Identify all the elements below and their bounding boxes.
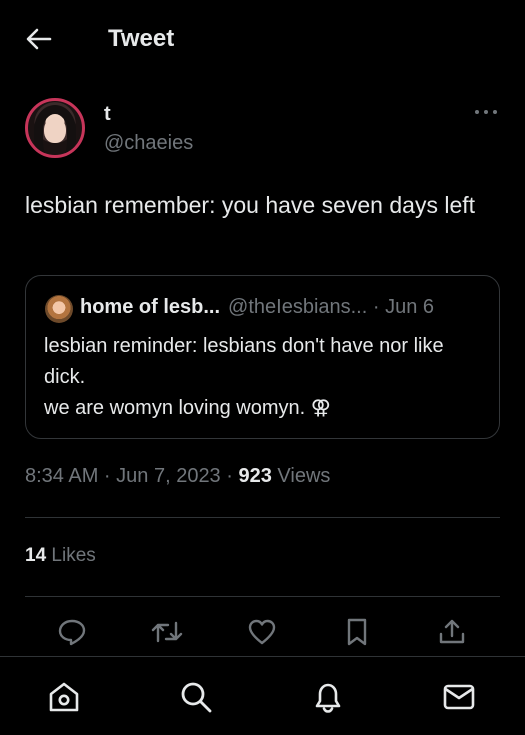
quoted-handle-date: @theIesbians... · Jun 6 bbox=[228, 296, 434, 318]
top-bar: Tweet bbox=[0, 0, 525, 78]
tweet-text: lesbian remember: you have seven days le… bbox=[25, 192, 476, 218]
divider bbox=[25, 596, 500, 597]
likes-stat[interactable]: 14 Likes bbox=[25, 545, 96, 567]
like-button[interactable] bbox=[246, 616, 278, 648]
notifications-icon bbox=[315, 683, 341, 713]
author-handle[interactable]: @chaeies bbox=[104, 132, 193, 155]
arrow-left-icon bbox=[26, 28, 52, 50]
bookmark-button[interactable] bbox=[341, 616, 373, 648]
reply-button[interactable] bbox=[56, 616, 88, 648]
bookmark-icon bbox=[347, 618, 367, 646]
search-icon bbox=[181, 682, 212, 713]
back-button[interactable] bbox=[22, 24, 56, 54]
avatar[interactable] bbox=[25, 98, 85, 158]
quoted-avatar bbox=[45, 295, 73, 323]
messages-icon bbox=[443, 684, 475, 710]
retweet-button[interactable] bbox=[151, 616, 183, 648]
reply-icon bbox=[58, 619, 86, 646]
likes-label: Likes bbox=[46, 545, 96, 566]
author-display-name[interactable]: t bbox=[104, 103, 111, 126]
divider bbox=[25, 517, 500, 518]
quoted-text: lesbian reminder: lesbians don't have no… bbox=[44, 335, 444, 419]
tweet-metadata: 8:34 AM · Jun 7, 2023 · 923 Views bbox=[25, 465, 330, 488]
tweet-timestamp: 8:34 AM · Jun 7, 2023 · bbox=[25, 465, 239, 487]
home-icon bbox=[49, 682, 79, 712]
like-icon bbox=[248, 619, 276, 645]
more-options-button[interactable] bbox=[472, 104, 500, 120]
views-count: 923 bbox=[238, 465, 272, 487]
nav-home[interactable] bbox=[46, 679, 82, 715]
nav-messages[interactable] bbox=[441, 679, 477, 715]
likes-count: 14 bbox=[25, 545, 47, 566]
share-icon bbox=[439, 619, 465, 644]
retweet-icon bbox=[151, 621, 183, 643]
nav-notifications[interactable] bbox=[310, 679, 346, 715]
quoted-header: home of lesb... @theIesbians... · Jun 6 bbox=[80, 296, 434, 319]
quoted-display-name: home of lesb... bbox=[80, 296, 221, 318]
tweet-actions bbox=[25, 610, 500, 654]
page-title: Tweet bbox=[108, 25, 175, 52]
tweet-author: t @chaeies bbox=[25, 98, 500, 160]
bottom-navigation bbox=[0, 656, 525, 735]
more-dots-icon bbox=[475, 110, 479, 114]
quoted-tweet[interactable]: home of lesb... @theIesbians... · Jun 6 l… bbox=[25, 275, 500, 439]
share-button[interactable] bbox=[436, 616, 468, 648]
views-label: Views bbox=[271, 465, 331, 487]
nav-search[interactable] bbox=[178, 679, 214, 715]
